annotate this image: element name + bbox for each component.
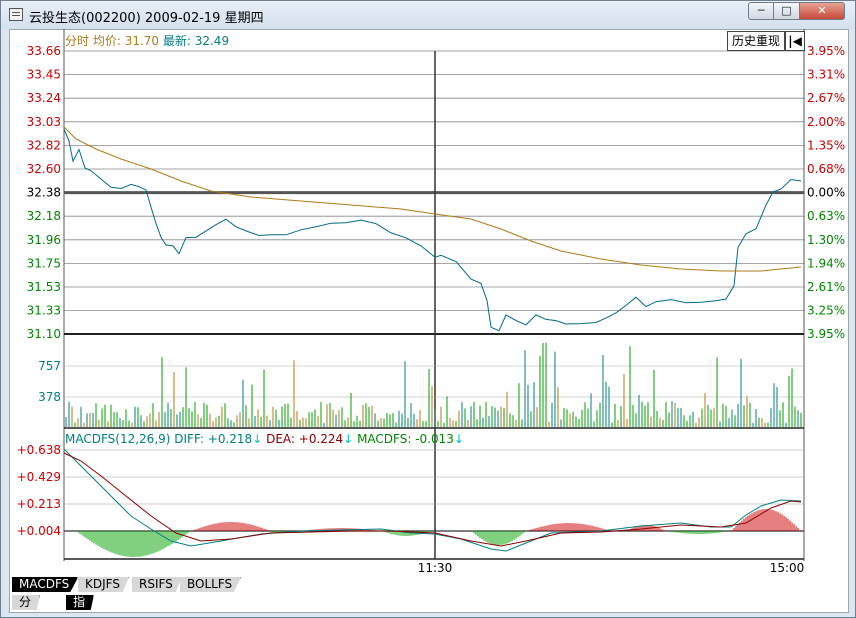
price-axis-label: 31.53: [27, 280, 61, 294]
time-label: 15:00: [770, 561, 805, 575]
macd-axis-label: +0.004: [17, 524, 61, 538]
macd-title: MACDFS(12,26,9): [65, 432, 174, 446]
app-window: 云投生态(002200) 2009-02-19 星期四 ─ □ ✕ 33.66 3…: [0, 0, 856, 618]
percent-axis-label: 3.95%: [807, 44, 845, 58]
diff-value: +0.218: [208, 432, 252, 446]
percent-axis-label: 0.68%: [807, 162, 845, 176]
fenshi-label: 分时: [65, 34, 93, 48]
price-axis-label: 33.03: [27, 115, 61, 129]
avg-label: 均价:: [93, 34, 125, 48]
percent-axis-label: 2.61%: [807, 280, 845, 294]
percent-axis-label: 3.25%: [807, 304, 845, 318]
price-legend: 分时 均价: 31.70 最新: 32.49: [65, 33, 229, 48]
price-axis-label: 32.38: [27, 186, 61, 200]
dea-label: DEA:: [266, 432, 299, 446]
volume-axis-label: 757: [38, 359, 61, 373]
percent-axis-label: 0.00%: [807, 186, 845, 200]
price-axis-label: 31.96: [27, 233, 61, 247]
macd-axis-label: +0.429: [17, 470, 61, 484]
price-axis-label: 32.18: [27, 209, 61, 223]
price-axis-label: 31.75: [27, 256, 61, 270]
macdfs-label: MACDFS:: [357, 432, 415, 446]
tab-rsifs[interactable]: RSIFS: [132, 577, 182, 592]
volume-axis-label: 378: [38, 390, 61, 404]
percent-axis-label: 1.35%: [807, 138, 845, 152]
price-line: [63, 128, 802, 332]
diff-arrow: ↓: [252, 432, 266, 446]
average-price-line: [63, 126, 802, 272]
macdfs-value: -0.013: [415, 432, 454, 446]
macd-legend: MACDFS(12,26,9) DIFF: +0.218↓ DEA: +0.22…: [65, 432, 464, 446]
avg-value: 31.70: [125, 34, 163, 48]
price-axis-label: 32.82: [27, 138, 61, 152]
percent-axis-label: 2.67%: [807, 91, 845, 105]
dea-value: +0.224: [299, 432, 343, 446]
history-replay-button[interactable]: 历史重现: [727, 31, 785, 51]
last-label: 最新:: [163, 33, 195, 48]
tab-bollfs[interactable]: BOLLFS: [180, 577, 242, 592]
tab-fenshi-volume[interactable]: 分时量: [12, 595, 41, 610]
macd-axis-label: +0.213: [17, 497, 61, 511]
price-axis-label: 33.45: [27, 68, 61, 82]
price-axis-label: 33.24: [27, 91, 61, 105]
dea-arrow: ↓: [343, 432, 357, 446]
price-axis-label: 31.10: [27, 327, 61, 341]
percent-axis-label: 1.94%: [807, 256, 845, 270]
percent-axis-label: 3.95%: [807, 327, 845, 341]
price-axis-label: 33.66: [27, 44, 61, 58]
diff-label: DIFF:: [174, 432, 208, 446]
macd-axis-label: +0.638: [17, 443, 61, 457]
tab-indicator[interactable]: 指标: [66, 595, 95, 610]
macdfs-arrow: ↓: [454, 432, 464, 446]
percent-axis-label: 1.30%: [807, 233, 845, 247]
percent-axis-label: 0.63%: [807, 209, 845, 223]
price-axis-label: 31.33: [27, 304, 61, 318]
diff-line: [63, 448, 802, 552]
tab-kdjfs[interactable]: KDJFS: [78, 577, 129, 592]
last-value: 32.49: [195, 34, 229, 48]
tab-macdfs[interactable]: MACDFS: [12, 577, 79, 592]
price-axis-label: 32.60: [27, 162, 61, 176]
percent-axis-label: 3.31%: [807, 68, 845, 82]
chart-svg: 33.66 3.95% 33.45 3.31% 33.24 2.67% 33.03 2.00%…: [17, 29, 845, 575]
time-label: 11:30: [418, 561, 453, 575]
percent-axis-label: 2.00%: [807, 115, 845, 129]
arrow-left-bar-icon[interactable]: |◀: [785, 31, 805, 51]
